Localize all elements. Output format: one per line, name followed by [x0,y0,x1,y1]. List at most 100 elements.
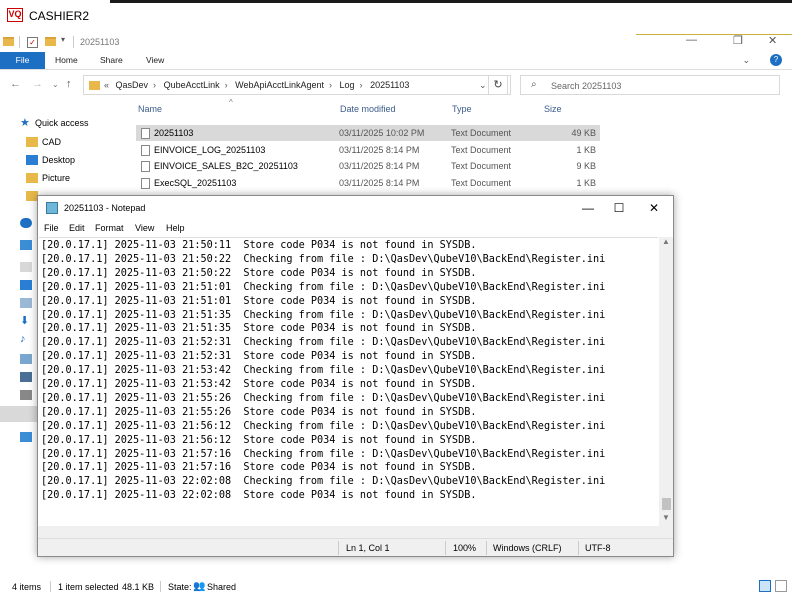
videos-icon[interactable] [20,372,32,382]
qat-dropdown-icon[interactable]: ▾ [61,35,65,44]
chevron-right-icon[interactable]: › [329,80,332,90]
details-view-icon[interactable] [759,580,771,592]
column-header-type[interactable]: Type [452,104,472,114]
this-pc-icon[interactable] [20,240,32,250]
scroll-up-icon[interactable]: ▲ [662,237,670,246]
minimize-icon[interactable]: — [573,199,603,217]
breadcrumb-overflow-icon[interactable]: « [104,80,109,90]
log-line: [20.0.17.1] 2025-11-03 21:51:01 Checking… [41,281,606,293]
search-box[interactable]: ⌕ Search 20251103 [520,75,780,95]
column-header-date[interactable]: Date modified [340,104,396,114]
file-row[interactable]: EINVOICE_SALES_B2C_20251103 03/11/2025 8… [136,158,600,174]
tab-home[interactable]: Home [55,52,78,69]
network-icon[interactable] [20,432,32,442]
file-type: Text Document [451,145,512,155]
sort-ascending-icon: ^ [229,98,233,107]
nav-item-desktop[interactable]: Desktop [0,152,133,170]
refresh-icon[interactable]: ↻ [488,75,508,95]
file-row[interactable]: EINVOICE_LOG_20251103 03/11/2025 8:14 PM… [136,142,600,158]
log-line: [20.0.17.1] 2025-11-03 21:53:42 Store co… [41,379,477,390]
nav-selected-item[interactable] [0,406,37,422]
address-row: ← → ⌄ ↑ « QasDev › QubeAcctLink › WebApiAc… [0,72,792,98]
file-size: 9 KB [576,161,596,171]
file-size: 49 KB [571,128,596,138]
expand-ribbon-icon[interactable]: ⌄ [742,55,750,66]
menu-file[interactable]: File [44,223,59,233]
scroll-down-icon[interactable]: ▼ [662,513,670,522]
properties-icon[interactable]: ✓ [27,37,38,48]
text-file-icon [141,161,150,172]
column-header-size[interactable]: Size [544,104,562,114]
file-row[interactable]: 20251103 03/11/2025 10:02 PM Text Docume… [136,125,600,141]
nav-label: Picture [42,173,71,183]
log-line: [20.0.17.1] 2025-11-03 21:53:42 Checking… [41,365,606,377]
menu-view[interactable]: View [135,223,154,233]
address-bar[interactable]: « QasDev › QubeAcctLink › WebApiAcctLinkAg… [83,75,511,95]
notepad-menu-bar: File Edit Format View Help [38,221,673,237]
status-divider [445,541,446,555]
nav-quick-access[interactable]: ★ Quick access [0,115,133,133]
breadcrumb-item[interactable]: 20251103 [370,80,409,90]
scroll-thumb[interactable] [662,498,671,510]
new-folder-icon[interactable] [45,37,56,46]
file-row[interactable]: ExecSQL_20251103 03/11/2025 8:14 PM Text… [136,175,600,191]
file-name: EINVOICE_LOG_20251103 [154,145,266,155]
log-line: [20.0.17.1] 2025-11-03 22:02:08 Store co… [41,490,477,502]
tab-file[interactable]: File [0,52,45,69]
chevron-right-icon[interactable]: › [225,80,228,90]
app-logo: VQ [7,8,23,22]
notepad-window: 20251103 - Notepad — ☐ ✕ File Edit Forma… [37,195,674,557]
vertical-scrollbar[interactable]: ▲ ▼ [659,237,673,526]
drive-icon[interactable] [20,390,32,400]
status-divider [338,541,339,555]
breadcrumb-item[interactable]: QasDev [116,80,149,90]
nav-item-picture[interactable]: Picture [0,170,133,188]
menu-edit[interactable]: Edit [69,223,85,233]
close-icon[interactable]: ✕ [639,199,669,217]
menu-help[interactable]: Help [166,223,185,233]
music-icon[interactable]: ♪ [20,334,32,345]
file-name: ExecSQL_20251103 [154,178,237,188]
downloads-icon[interactable]: ⬇ [20,316,32,327]
tab-share[interactable]: Share [100,52,123,69]
drive-icon[interactable] [20,262,32,272]
folder-icon [26,173,38,183]
column-header-name[interactable]: Name [138,104,162,114]
shared-icon: 👥 [193,581,206,592]
pictures-icon[interactable] [20,354,32,364]
notepad-text-area[interactable]: [20.0.17.1] 2025-11-03 21:50:11 Store co… [39,237,658,526]
up-icon[interactable]: ↑ [66,78,72,90]
forward-icon[interactable]: → [32,78,43,90]
desktop-icon[interactable] [20,280,32,290]
app-title-bar: VQ CASHIER2 [0,0,792,35]
large-icons-view-icon[interactable] [775,580,787,592]
tab-view[interactable]: View [146,52,164,69]
onedrive-icon[interactable] [20,218,32,228]
explorer-status-bar: 4 items 1 item selected 48.1 KB State: 👥… [0,578,792,595]
folder-icon [3,37,14,46]
close-icon[interactable]: ✕ [768,34,777,47]
chevron-right-icon[interactable]: › [153,80,156,90]
quick-access-toolbar: ✓ ▾ 20251103 [0,32,620,52]
help-icon[interactable]: ? [770,54,782,66]
breadcrumb-item[interactable]: QubeAcctLink [164,80,220,90]
recent-dropdown-icon[interactable]: ⌄ [52,80,59,89]
breadcrumb: « QasDev › QubeAcctLink › WebApiAcctLinkAg… [104,80,409,90]
documents-icon[interactable] [20,298,32,308]
address-dropdown-icon[interactable]: ⌄ [479,80,487,91]
file-name: EINVOICE_SALES_B2C_20251103 [154,161,298,171]
chevron-right-icon[interactable]: › [360,80,363,90]
log-line: [20.0.17.1] 2025-11-03 21:52:31 Checking… [41,337,606,349]
selection-count: 1 item selected [58,582,119,592]
minimize-icon[interactable]: — [686,34,697,46]
status-divider [50,581,51,592]
back-icon[interactable]: ← [10,78,21,90]
file-type: Text Document [451,178,512,188]
maximize-icon[interactable]: ❐ [733,34,743,47]
menu-format[interactable]: Format [95,223,124,233]
breadcrumb-item[interactable]: Log [340,80,355,90]
star-icon: ★ [20,117,30,129]
breadcrumb-item[interactable]: WebApiAcctLinkAgent [235,80,324,90]
nav-item-cad[interactable]: CAD [0,134,133,152]
maximize-icon[interactable]: ☐ [604,199,634,217]
